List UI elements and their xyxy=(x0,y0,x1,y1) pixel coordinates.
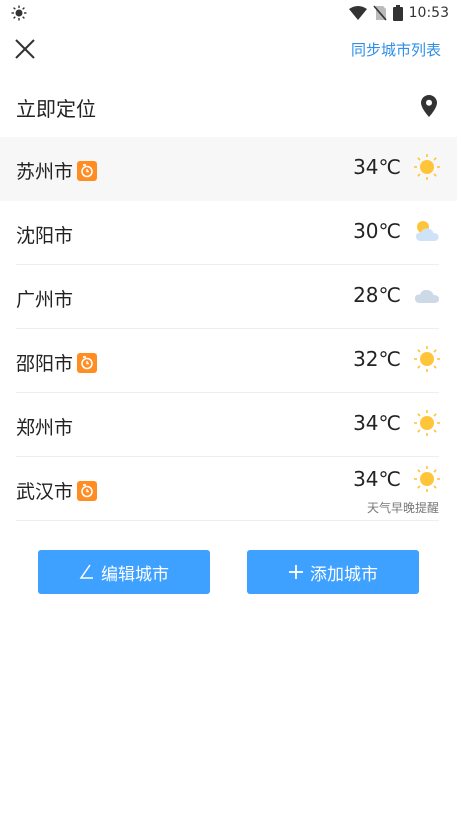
city-name: 沈阳市 xyxy=(16,225,74,247)
weather-reminder-note[interactable]: 天气早晚提醒 xyxy=(367,499,439,516)
reminder-badge-icon xyxy=(77,481,98,501)
city-row[interactable]: 沈阳市 30℃ xyxy=(0,201,457,265)
brightness-icon xyxy=(11,5,27,21)
battery-icon xyxy=(392,5,403,21)
city-name: 邵阳市 xyxy=(16,353,74,375)
city-row[interactable]: 武汉市 34℃ 天气早晚提醒 xyxy=(0,457,457,521)
city-temperature: 34℃ xyxy=(353,411,401,435)
close-icon[interactable] xyxy=(12,36,38,62)
cloudy-icon xyxy=(415,289,439,303)
locate-now-row[interactable]: 立即定位 xyxy=(0,76,457,136)
no-sim-icon xyxy=(373,5,387,21)
city-row[interactable]: 广州市 28℃ xyxy=(0,265,457,329)
sunny-icon xyxy=(414,466,440,492)
city-temperature: 28℃ xyxy=(353,283,401,307)
add-city-label: 添加城市 xyxy=(310,564,378,585)
city-name: 广州市 xyxy=(16,289,74,311)
top-bar: 同步城市列表 xyxy=(0,30,457,70)
status-time: 10:53 xyxy=(408,5,449,21)
sunny-icon xyxy=(414,410,440,436)
city-temperature: 34℃ xyxy=(353,155,401,179)
location-pin-icon[interactable] xyxy=(421,95,437,117)
edit-icon xyxy=(79,564,93,579)
city-list: 苏州市 34℃ 沈阳市 30℃ 广州市 28℃ 邵阳市 32℃ 郑州市 34℃ … xyxy=(0,137,457,521)
locate-now-label: 立即定位 xyxy=(16,97,96,121)
row-divider xyxy=(16,520,439,521)
wifi-icon xyxy=(348,6,367,20)
sunny-icon xyxy=(414,154,440,180)
city-row[interactable]: 邵阳市 32℃ xyxy=(0,329,457,393)
city-row[interactable]: 郑州市 34℃ xyxy=(0,393,457,457)
city-name: 郑州市 xyxy=(16,417,74,439)
partly-cloudy-icon xyxy=(416,221,439,241)
city-name-wrap: 苏州市 xyxy=(16,157,98,184)
edit-cities-label: 编辑城市 xyxy=(101,564,169,585)
add-city-button[interactable]: 添加城市 xyxy=(247,550,419,594)
edit-cities-button[interactable]: 编辑城市 xyxy=(38,550,210,594)
city-temperature: 32℃ xyxy=(353,347,401,371)
city-name: 苏州市 xyxy=(16,161,74,183)
sync-city-list-link[interactable]: 同步城市列表 xyxy=(351,39,441,60)
city-row[interactable]: 苏州市 34℃ xyxy=(0,137,457,201)
city-temperature: 30℃ xyxy=(353,219,401,243)
reminder-badge-icon xyxy=(77,161,98,181)
city-name: 武汉市 xyxy=(16,481,74,503)
city-name-wrap: 邵阳市 xyxy=(16,349,98,376)
status-bar: 10:53 xyxy=(0,0,457,26)
sunny-icon xyxy=(414,346,440,372)
city-name-wrap: 武汉市 xyxy=(16,477,98,504)
plus-icon xyxy=(289,565,303,579)
city-temperature: 34℃ xyxy=(353,467,401,491)
reminder-badge-icon xyxy=(77,353,98,373)
